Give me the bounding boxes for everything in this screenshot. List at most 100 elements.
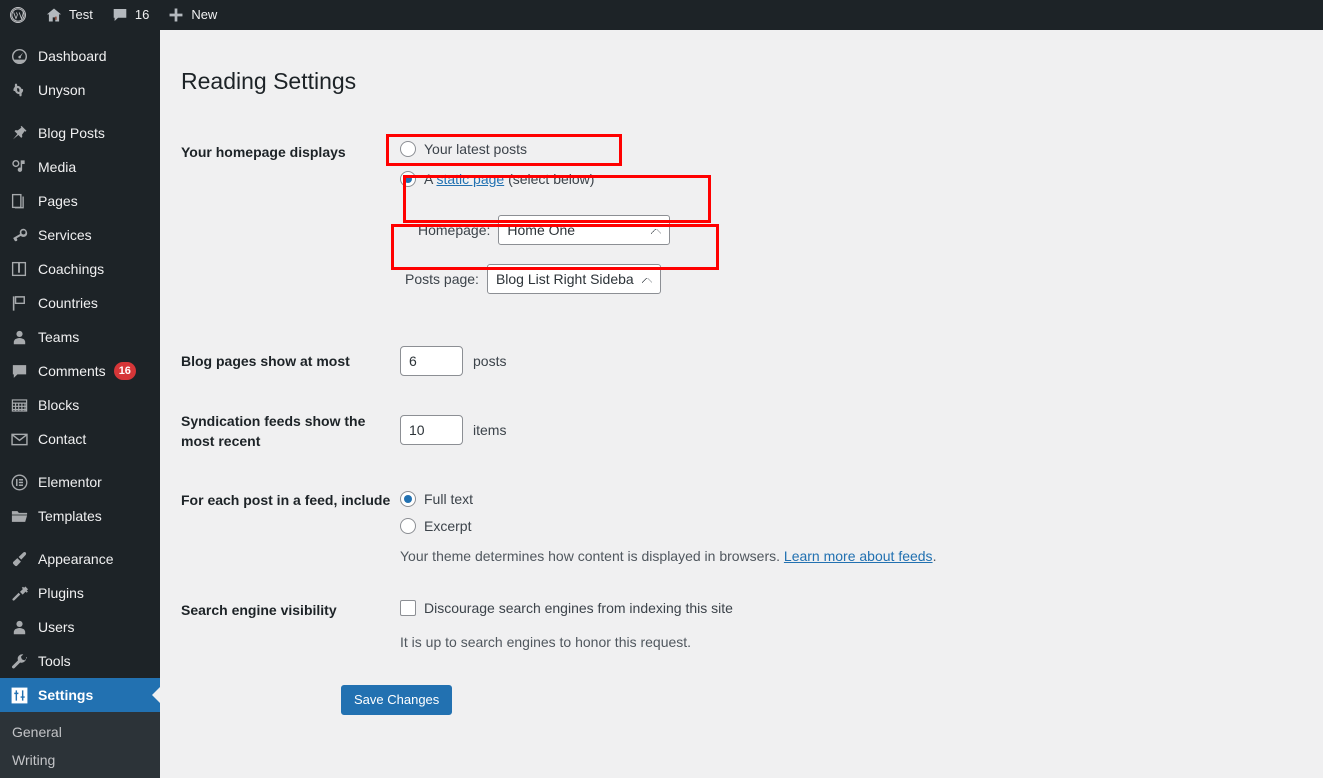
sidebar-item-elementor[interactable]: Elementor	[0, 465, 160, 499]
sidebar-item-label: Templates	[38, 508, 102, 524]
posts-page-select[interactable]: Blog List Right Sidebar	[486, 264, 661, 294]
megaphone-icon	[9, 225, 29, 245]
search-visibility-note: It is up to search engines to honor this…	[400, 634, 692, 650]
discourage-checkbox-control[interactable]	[400, 600, 416, 616]
plus-icon	[167, 6, 185, 24]
radio-full-text-label: Full text	[424, 491, 474, 507]
sidebar-item-comments[interactable]: Comments 16	[0, 354, 160, 388]
sidebar-item-label: Users	[38, 619, 75, 635]
sidebar-item-label: Settings	[38, 687, 94, 703]
sidebar-item-countries[interactable]: Countries	[0, 286, 160, 320]
unyson-icon	[9, 80, 29, 100]
users-icon	[9, 617, 29, 637]
static-page-link[interactable]: static page	[436, 171, 504, 187]
feed-include-label: For each post in a feed, include	[181, 492, 391, 508]
radio-full-text[interactable]: Full text	[400, 491, 473, 507]
sidebar-item-contact[interactable]: Contact	[0, 422, 160, 456]
radio-latest-posts-control[interactable]	[400, 141, 416, 157]
radio-excerpt-control[interactable]	[400, 518, 416, 534]
syndication-field: items	[400, 415, 506, 445]
sidebar-item-users[interactable]: Users	[0, 610, 160, 644]
envelope-icon	[9, 429, 29, 449]
dashboard-icon	[9, 46, 29, 66]
sidebar-item-unyson[interactable]: Unyson	[0, 73, 160, 107]
flag-icon	[9, 293, 29, 313]
submenu-item-writing[interactable]: Writing	[0, 746, 160, 774]
sidebar-item-label: Pages	[38, 193, 78, 209]
wordpress-logo-button[interactable]	[0, 0, 36, 30]
static-page-suffix: (select below)	[504, 171, 595, 187]
settings-submenu: General Writing	[0, 712, 160, 778]
sidebar-item-pages[interactable]: Pages	[0, 184, 160, 218]
sidebar-item-label: Unyson	[38, 82, 86, 98]
submenu-item-general[interactable]: General	[0, 718, 160, 746]
discourage-checkbox-label: Discourage search engines from indexing …	[424, 600, 733, 616]
sidebar-item-label: Media	[38, 159, 77, 175]
menu-separator	[0, 533, 160, 542]
radio-static-page-control[interactable]	[400, 171, 416, 187]
new-content-button[interactable]: New	[158, 0, 226, 30]
sidebar-item-dashboard[interactable]: Dashboard	[0, 39, 160, 73]
sidebar-item-services[interactable]: Services	[0, 218, 160, 252]
elementor-icon	[9, 472, 29, 492]
sidebar-item-label: Blog Posts	[38, 125, 105, 141]
posts-page-select-group: Posts page: Blog List Right Sidebar	[405, 264, 661, 294]
sidebar-item-media[interactable]: Media	[0, 150, 160, 184]
search-visibility-label: Search engine visibility	[181, 602, 337, 618]
site-name-label: Test	[69, 7, 93, 22]
static-page-prefix: A	[424, 171, 437, 187]
sidebar-item-plugins[interactable]: Plugins	[0, 576, 160, 610]
sidebar-item-label: Comments	[38, 363, 106, 379]
sidebar-item-label: Teams	[38, 329, 80, 345]
sidebar-item-settings[interactable]: Settings	[0, 678, 160, 712]
syndication-input[interactable]	[400, 415, 463, 445]
posts-page-select-label: Posts page:	[405, 271, 479, 287]
paintbrush-icon	[9, 549, 29, 569]
pin-icon	[9, 123, 29, 143]
sidebar-item-label: Blocks	[38, 397, 80, 413]
user-icon	[9, 327, 29, 347]
blog-pages-unit: posts	[473, 353, 507, 369]
book-icon	[9, 259, 29, 279]
sidebar-item-templates[interactable]: Templates	[0, 499, 160, 533]
checkbox-discourage-search-engines[interactable]: Discourage search engines from indexing …	[400, 600, 733, 616]
sidebar-item-teams[interactable]: Teams	[0, 320, 160, 354]
homepage-select-group: Homepage: Home One	[418, 215, 671, 245]
feed-include-description: Your theme determines how content is dis…	[400, 548, 936, 564]
sidebar-item-label: Plugins	[38, 585, 84, 601]
feed-description-suffix: .	[932, 548, 937, 564]
radio-excerpt[interactable]: Excerpt	[400, 518, 471, 534]
sidebar-item-appearance[interactable]: Appearance	[0, 542, 160, 576]
main-content-area: Reading Settings Your homepage displays …	[160, 30, 1323, 778]
home-icon	[45, 6, 63, 24]
radio-latest-posts[interactable]: Your latest posts	[400, 141, 527, 157]
menu-separator	[0, 456, 160, 465]
sidebar-item-label: Coachings	[38, 261, 105, 277]
radio-static-page[interactable]: A static page (select below)	[400, 171, 594, 187]
homepage-select[interactable]: Home One	[498, 215, 671, 245]
radio-static-page-text: A static page (select below)	[424, 172, 594, 186]
sidebar-item-label: Tools	[38, 653, 71, 669]
sidebar-item-label: Contact	[38, 431, 87, 447]
sidebar-item-blog-posts[interactable]: Blog Posts	[0, 116, 160, 150]
admin-bar: Test 16 New	[0, 0, 1323, 30]
sidebar-item-label: Services	[38, 227, 92, 243]
homepage-displays-label: Your homepage displays	[181, 144, 346, 160]
sidebar-item-label: Appearance	[38, 551, 114, 567]
site-name-button[interactable]: Test	[36, 0, 102, 30]
feed-description-prefix: Your theme determines how content is dis…	[400, 548, 784, 564]
comments-count-label: 16	[134, 7, 150, 22]
sidebar-item-coachings[interactable]: Coachings	[0, 252, 160, 286]
sidebar-item-tools[interactable]: Tools	[0, 644, 160, 678]
folder-icon	[9, 506, 29, 526]
comments-bubble-button[interactable]: 16	[102, 0, 158, 30]
sidebar-item-blocks[interactable]: Blocks	[0, 388, 160, 422]
syndication-label: Syndication feeds show the most recent	[181, 413, 366, 449]
learn-more-feeds-link[interactable]: Learn more about feeds	[784, 548, 933, 564]
blog-pages-input[interactable]	[400, 346, 463, 376]
save-changes-button[interactable]: Save Changes	[341, 685, 453, 715]
radio-full-text-control[interactable]	[400, 491, 416, 507]
radio-excerpt-label: Excerpt	[424, 518, 472, 534]
homepage-select-label: Homepage:	[418, 222, 491, 238]
syndication-unit: items	[473, 422, 507, 438]
